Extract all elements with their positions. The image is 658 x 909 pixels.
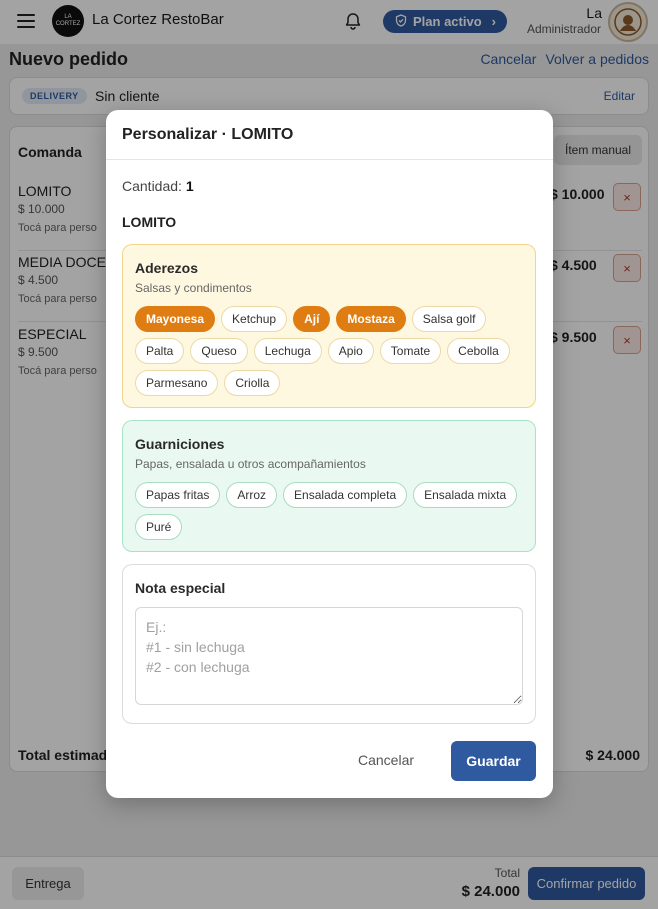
aderezos-options: Mayonesa Ketchup Ají Mostaza Salsa golf Palta… [135, 306, 523, 396]
aderezos-section: Aderezos Salsas y condimentos Mayonesa Ke… [122, 244, 536, 408]
section-title: Aderezos [135, 260, 199, 276]
option-chip[interactable]: Mostaza [336, 306, 406, 332]
section-title: Guarniciones [135, 436, 225, 452]
option-chip[interactable]: Queso [190, 338, 248, 364]
quantity-label: Cantidad: [122, 178, 182, 194]
dialog-save-button[interactable]: Guardar [451, 741, 536, 781]
quantity: Cantidad: 1 [122, 178, 194, 194]
dialog-cancel-button[interactable]: Cancelar [358, 752, 414, 768]
option-chip[interactable]: Cebolla [447, 338, 510, 364]
section-subtitle: Salsas y condimentos [135, 281, 252, 295]
option-chip[interactable]: Arroz [226, 482, 278, 508]
guarniciones-section: Guarniciones Papas, ensalada u otros aco… [122, 420, 536, 552]
guarniciones-options: Papas fritas Arroz Ensalada completa Ensala… [135, 482, 523, 540]
customize-dialog: Personalizar · LOMITO Cantidad: 1 LOMITO… [106, 110, 553, 798]
option-chip[interactable]: Papas fritas [135, 482, 221, 508]
product-name: LOMITO [122, 214, 177, 230]
option-chip[interactable]: Palta [135, 338, 185, 364]
note-textarea[interactable] [135, 607, 523, 705]
option-chip[interactable]: Ensalada completa [283, 482, 408, 508]
option-chip[interactable]: Criolla [224, 370, 281, 396]
quantity-value: 1 [185, 178, 194, 194]
option-chip[interactable]: Salsa golf [411, 306, 487, 332]
option-chip[interactable]: Puré [135, 514, 183, 540]
option-chip[interactable]: Apio [327, 338, 374, 364]
option-chip[interactable]: Tomate [379, 338, 442, 364]
option-chip[interactable]: Lechuga [253, 338, 322, 364]
divider [106, 159, 553, 160]
option-chip[interactable]: Parmesano [135, 370, 219, 396]
dialog-title: Personalizar · LOMITO [122, 126, 294, 143]
option-chip[interactable]: Mayonesa [135, 306, 216, 332]
section-title: Nota especial [135, 580, 226, 596]
note-section: Nota especial [122, 564, 536, 724]
option-chip[interactable]: Ensalada mixta [413, 482, 518, 508]
option-chip[interactable]: Ají [293, 306, 331, 332]
option-chip[interactable]: Ketchup [221, 306, 288, 332]
section-subtitle: Papas, ensalada u otros acompañamientos [135, 457, 366, 471]
